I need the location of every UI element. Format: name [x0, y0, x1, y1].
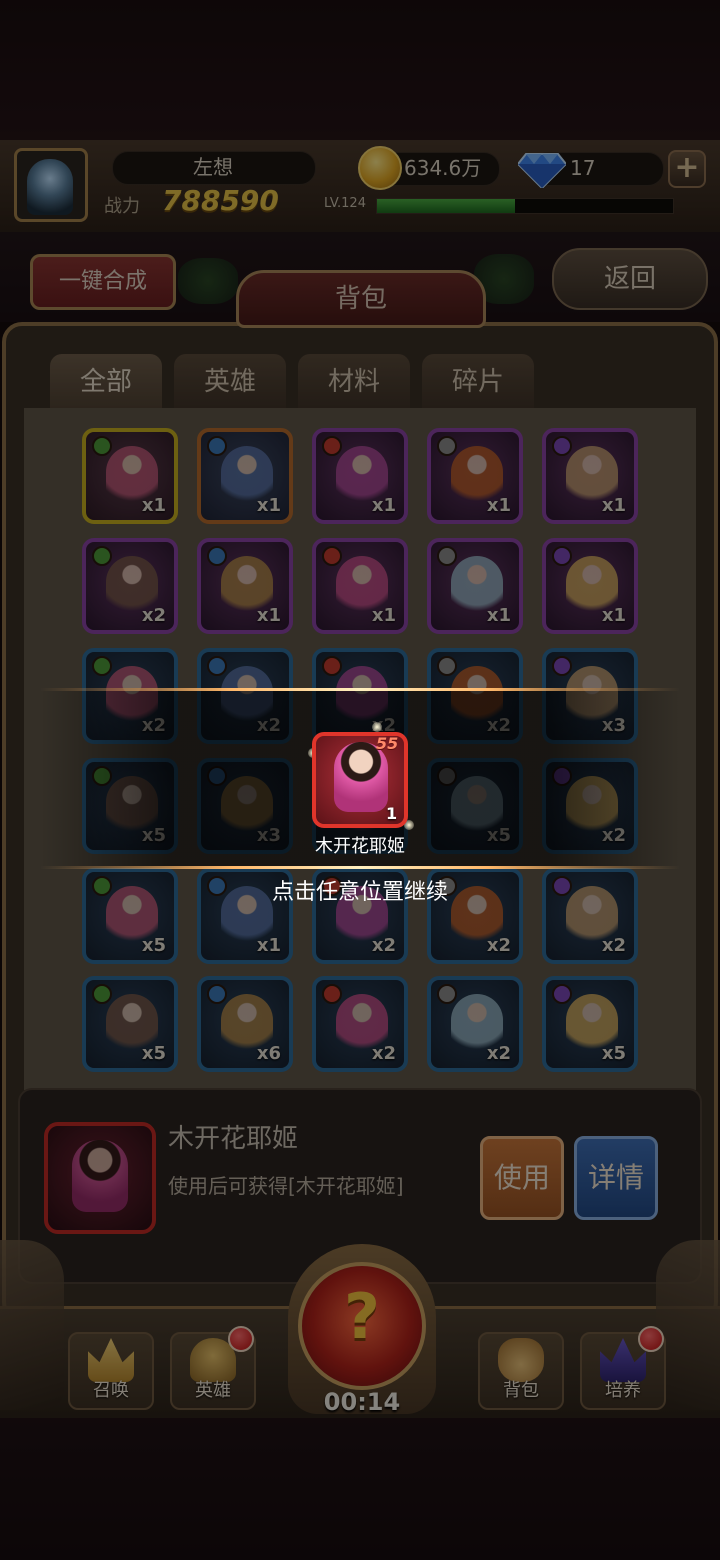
- glow-line-top: [40, 688, 680, 691]
- continue-hint: 点击任意位置继续: [271, 880, 448, 905]
- sparkle: [372, 722, 382, 732]
- reward-level: 55: [376, 734, 399, 753]
- reward-name: 木开花耶姬: [315, 836, 405, 857]
- reward-count: 1: [386, 804, 398, 823]
- glow-line-bottom: [40, 866, 680, 869]
